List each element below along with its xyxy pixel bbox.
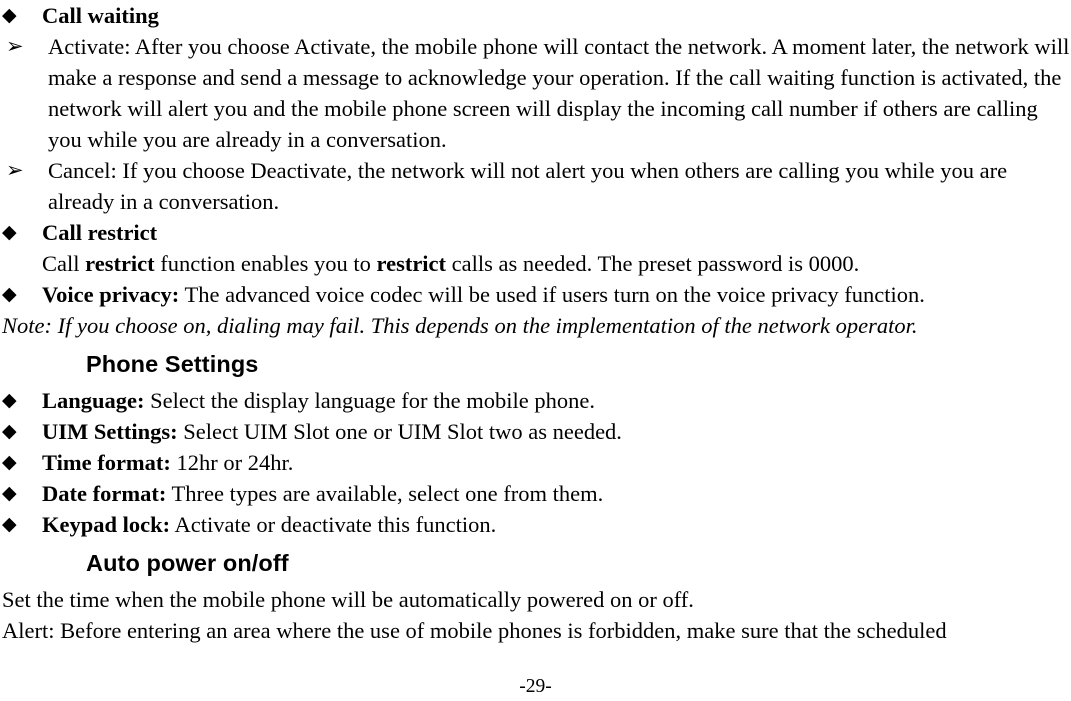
list-item-cancel-text: Cancel: If you choose Deactivate, the ne… xyxy=(48,158,1008,214)
heading-auto-power: Auto power on/off xyxy=(86,550,289,576)
list-item-uim-settings: ◆ UIM Settings: Select UIM Slot one or U… xyxy=(0,416,1071,447)
diamond-bullet-icon: ◆ xyxy=(2,284,17,305)
page-content: ◆ Call waiting ➢ Activate: After you cho… xyxy=(0,0,1071,646)
call-restrict-part-2: restrict xyxy=(85,251,155,276)
voice-privacy-label: Voice privacy: xyxy=(42,282,180,307)
list-item-uim-settings-label: UIM Settings: xyxy=(42,419,178,444)
heading-call-restrict: ◆ Call restrict xyxy=(0,217,1071,248)
voice-privacy-body: The advanced voice codec will be used if… xyxy=(179,282,925,307)
list-item-activate-text: Activate: After you choose Activate, the… xyxy=(48,34,1070,152)
call-restrict-part-5: calls as needed. The preset password is … xyxy=(446,251,860,276)
list-item-language-label: Language: xyxy=(42,388,145,413)
list-item-time-format-label: Time format: xyxy=(42,450,171,475)
call-restrict-body: Call restrict function enables you to re… xyxy=(42,248,1071,279)
heading-phone-settings: Phone Settings xyxy=(86,351,259,377)
list-item-cancel: ➢ Cancel: If you choose Deactivate, the … xyxy=(0,155,1071,217)
diamond-bullet-icon: ◆ xyxy=(2,452,17,473)
list-item-time-format-body: 12hr or 24hr. xyxy=(170,450,294,475)
diamond-bullet-icon: ◆ xyxy=(2,222,17,243)
document-page: ◆ Call waiting ➢ Activate: After you cho… xyxy=(0,0,1071,701)
diamond-bullet-icon: ◆ xyxy=(2,483,17,504)
heading-call-waiting: ◆ Call waiting xyxy=(0,0,1071,31)
diamond-bullet-icon: ◆ xyxy=(2,5,17,26)
note-text: Note: If you choose on, dialing may fail… xyxy=(2,313,918,338)
list-item-voice-privacy: ◆ Voice privacy: The advanced voice code… xyxy=(0,279,1071,310)
call-restrict-part-3: function enables you to xyxy=(154,251,377,276)
page-number: -29- xyxy=(519,676,552,697)
list-item-time-format: ◆ Time format: 12hr or 24hr. xyxy=(0,447,1071,478)
list-item-date-format-label: Date format: xyxy=(42,481,167,506)
diamond-bullet-icon: ◆ xyxy=(2,421,17,442)
list-item-date-format-body: Three types are available, select one fr… xyxy=(166,481,604,506)
list-item-uim-settings-body: Select UIM Slot one or UIM Slot two as n… xyxy=(177,419,622,444)
arrow-bullet-icon: ➢ xyxy=(6,158,24,182)
list-item-keypad-lock: ◆ Keypad lock: Activate or deactivate th… xyxy=(0,509,1071,540)
call-restrict-part-1: Call xyxy=(42,251,86,276)
list-item-date-format: ◆ Date format: Three types are available… xyxy=(0,478,1071,509)
arrow-bullet-icon: ➢ xyxy=(6,34,24,58)
auto-power-paragraph-2: Alert: Before entering an area where the… xyxy=(2,618,947,643)
list-item-keypad-lock-label: Keypad lock: xyxy=(42,512,171,537)
call-restrict-part-4: restrict xyxy=(376,251,447,276)
list-item-activate: ➢ Activate: After you choose Activate, t… xyxy=(0,31,1071,155)
list-item-keypad-lock-body: Activate or deactivate this function. xyxy=(170,512,497,537)
diamond-bullet-icon: ◆ xyxy=(2,390,17,411)
diamond-bullet-icon: ◆ xyxy=(2,514,17,535)
heading-call-restrict-label: Call restrict xyxy=(42,220,158,245)
list-item-language-body: Select the display language for the mobi… xyxy=(144,388,596,413)
auto-power-paragraph-1: Set the time when the mobile phone will … xyxy=(2,587,694,612)
heading-call-waiting-label: Call waiting xyxy=(42,3,159,28)
list-item-language: ◆ Language: Select the display language … xyxy=(0,385,1071,416)
